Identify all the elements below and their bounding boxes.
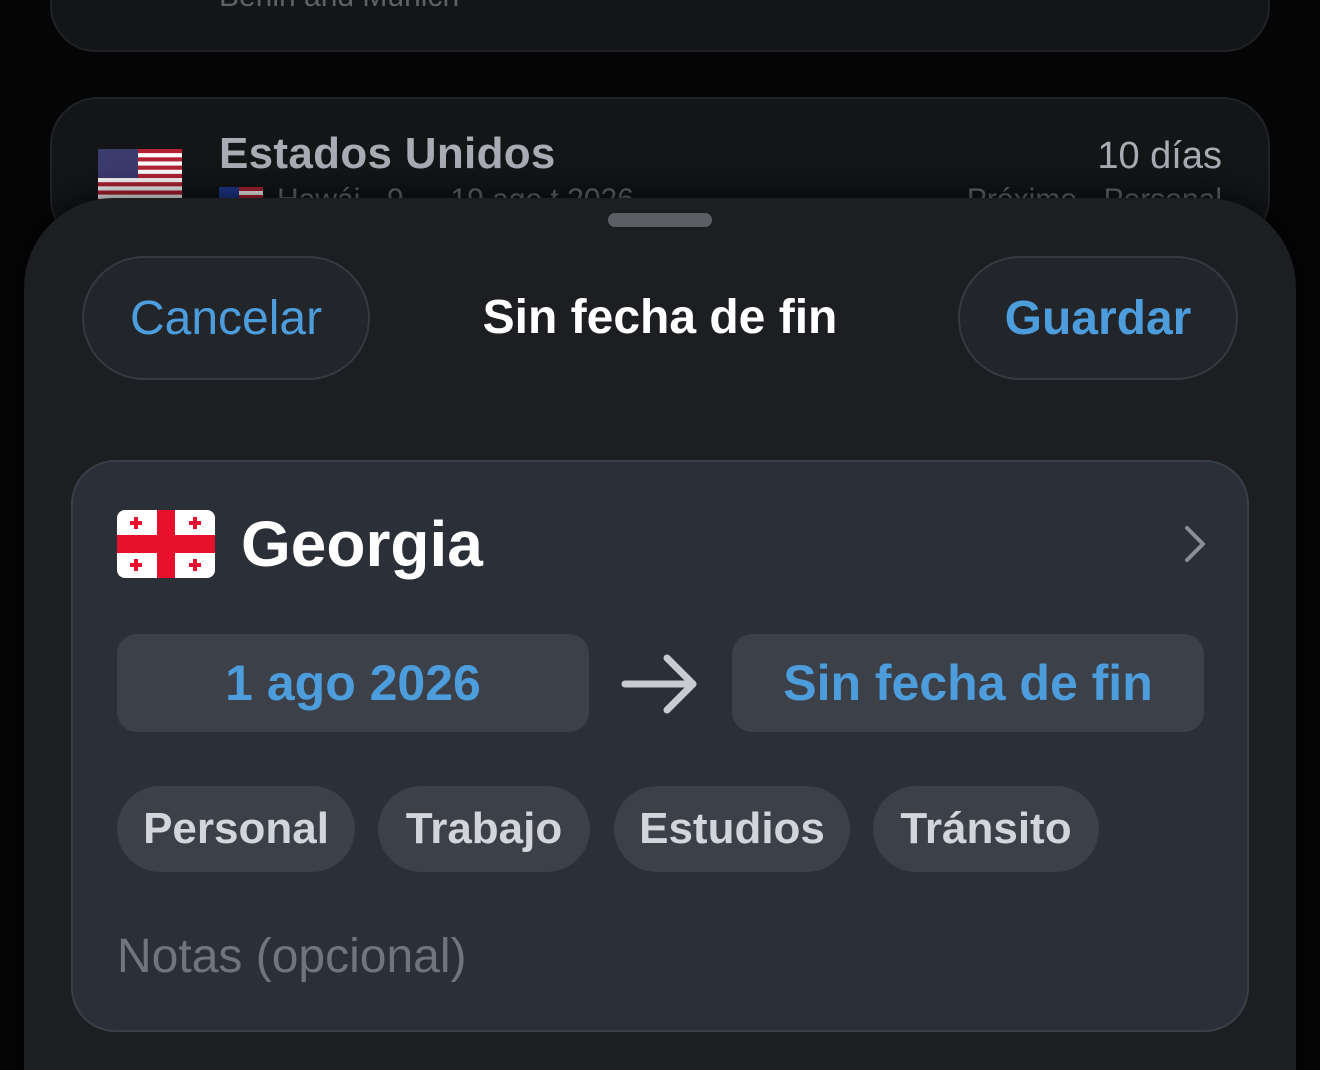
country-name: Georgia xyxy=(241,508,483,580)
us-flag-icon xyxy=(98,149,182,203)
country-selector[interactable]: Georgia xyxy=(117,508,1207,580)
georgia-flag-icon xyxy=(117,510,215,578)
category-chip-transito[interactable]: Tránsito xyxy=(873,786,1099,872)
notes-input[interactable] xyxy=(117,924,1197,988)
end-date-button[interactable]: Sin fecha de fin xyxy=(732,634,1204,732)
previous-trip-subtitle: Berlin and Munich xyxy=(219,0,459,14)
trip-duration: 10 días xyxy=(1097,135,1222,177)
previous-trip-card[interactable]: Berlin and Munich xyxy=(50,0,1270,52)
trip-country: Estados Unidos xyxy=(219,129,556,178)
start-date-button[interactable]: 1 ago 2026 xyxy=(117,634,589,732)
category-chip-personal[interactable]: Personal xyxy=(117,786,355,872)
arrow-right-icon xyxy=(621,654,697,714)
trip-form-card: Georgia 1 ago 2026 Sin fecha de fin Pers… xyxy=(71,460,1249,1032)
sheet-grabber[interactable] xyxy=(608,213,712,227)
category-chip-trabajo[interactable]: Trabajo xyxy=(378,786,590,872)
chevron-right-icon xyxy=(1185,526,1205,562)
category-chip-estudios[interactable]: Estudios xyxy=(614,786,850,872)
save-button[interactable]: Guardar xyxy=(958,256,1238,380)
screen: Berlin and Munich Estados Unidos 10 días… xyxy=(0,0,1320,1070)
edit-trip-sheet: Cancelar Sin fecha de fin Guardar Georgi… xyxy=(24,198,1296,1070)
